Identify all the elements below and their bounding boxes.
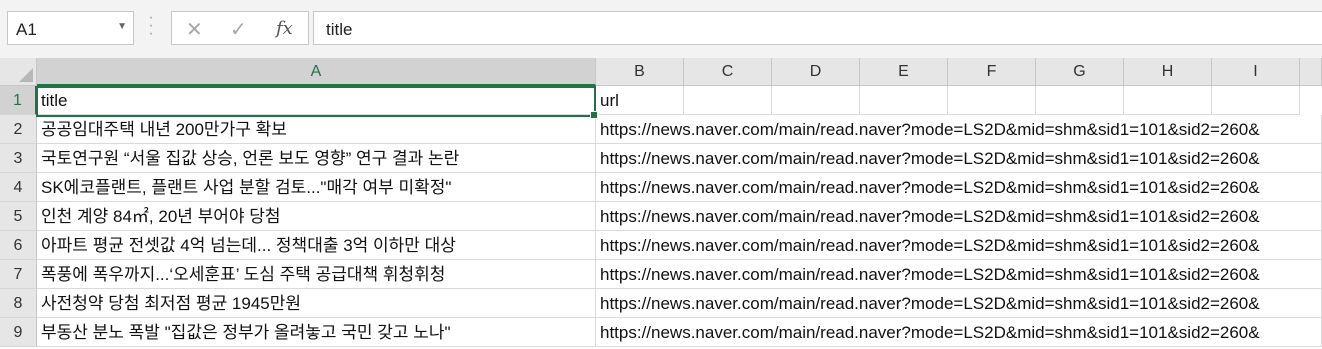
cell-title[interactable]: SK에코플랜트, 플랜트 사업 분할 검토..."매각 여부 미확정": [37, 173, 596, 202]
row-header[interactable]: 3: [0, 144, 37, 173]
formula-buttons: ✕ ✓ fx: [171, 11, 309, 45]
cell-title[interactable]: 사전청약 당첨 최저점 평균 1945만원: [37, 289, 596, 318]
column-header-g[interactable]: G: [1036, 58, 1124, 86]
row-header[interactable]: 4: [0, 173, 37, 202]
cell-empty[interactable]: [772, 86, 860, 115]
name-box[interactable]: A1 ▼: [7, 11, 134, 45]
formula-bar-area: A1 ▼ · · · ✕ ✓ fx title: [0, 0, 1322, 60]
cell-url[interactable]: https://news.naver.com/main/read.naver?m…: [596, 144, 1322, 173]
row-header[interactable]: 9: [0, 318, 37, 347]
cancel-icon[interactable]: ✕: [186, 17, 203, 42]
cell-empty[interactable]: [1212, 86, 1300, 115]
row-header[interactable]: 2: [0, 115, 37, 144]
cell-title[interactable]: 인천 계양 84㎡, 20년 부어야 당첨: [37, 202, 596, 231]
column-header-c[interactable]: C: [684, 58, 772, 86]
row-header[interactable]: 1: [0, 86, 37, 115]
column-header-filler: [1300, 58, 1322, 86]
enter-icon[interactable]: ✓: [230, 17, 247, 42]
cell-url[interactable]: https://news.naver.com/main/read.naver?m…: [596, 115, 1322, 144]
cell-url[interactable]: https://news.naver.com/main/read.naver?m…: [596, 289, 1322, 318]
column-header-d[interactable]: D: [772, 58, 860, 86]
cell-url[interactable]: https://news.naver.com/main/read.naver?m…: [596, 260, 1322, 289]
cell-url[interactable]: https://news.naver.com/main/read.naver?m…: [596, 231, 1322, 260]
column-header-a[interactable]: A: [37, 58, 596, 86]
cell-title[interactable]: 아파트 평균 전셋값 4억 넘는데... 정책대출 3억 이하만 대상: [37, 231, 596, 260]
cell-title[interactable]: title: [37, 86, 596, 115]
formula-content: title: [326, 20, 353, 39]
cell-empty[interactable]: [1036, 86, 1124, 115]
column-header-i[interactable]: I: [1212, 58, 1300, 86]
select-all-button[interactable]: [0, 58, 37, 86]
cell-empty[interactable]: [1124, 86, 1212, 115]
cell-url[interactable]: https://news.naver.com/main/read.naver?m…: [596, 202, 1322, 231]
name-box-value: A1: [16, 20, 37, 39]
drag-handle-icon[interactable]: · · ·: [148, 10, 154, 42]
insert-function-icon[interactable]: fx: [276, 18, 293, 39]
cell-url[interactable]: https://news.naver.com/main/read.naver?m…: [596, 173, 1322, 202]
chevron-down-icon[interactable]: ▼: [117, 21, 127, 32]
row-header[interactable]: 6: [0, 231, 37, 260]
cell-title[interactable]: 부동산 분노 폭발 "집값은 정부가 올려놓고 국민 갖고 노나": [37, 318, 596, 347]
select-all-icon: [19, 68, 33, 82]
cell-title[interactable]: 폭풍에 폭우까지...‘오세훈표’ 도심 주택 공급대책 휘청휘청: [37, 260, 596, 289]
cell-empty[interactable]: [684, 86, 772, 115]
row-header[interactable]: 5: [0, 202, 37, 231]
cell-empty[interactable]: [860, 86, 948, 115]
column-header-b[interactable]: B: [596, 58, 684, 86]
cell-empty[interactable]: [948, 86, 1036, 115]
cell-url[interactable]: url: [596, 86, 684, 115]
column-header-h[interactable]: H: [1124, 58, 1212, 86]
cell-title[interactable]: 국토연구원 “서울 집값 상승, 언론 보도 영향” 연구 결과 논란: [37, 144, 596, 173]
formula-input[interactable]: title: [313, 11, 1322, 45]
row-header[interactable]: 8: [0, 289, 37, 318]
cell-url[interactable]: https://news.naver.com/main/read.naver?m…: [596, 318, 1322, 347]
column-header-e[interactable]: E: [860, 58, 948, 86]
row-header[interactable]: 7: [0, 260, 37, 289]
cell-title[interactable]: 공공임대주택 내년 200만가구 확보: [37, 115, 596, 144]
column-header-f[interactable]: F: [948, 58, 1036, 86]
